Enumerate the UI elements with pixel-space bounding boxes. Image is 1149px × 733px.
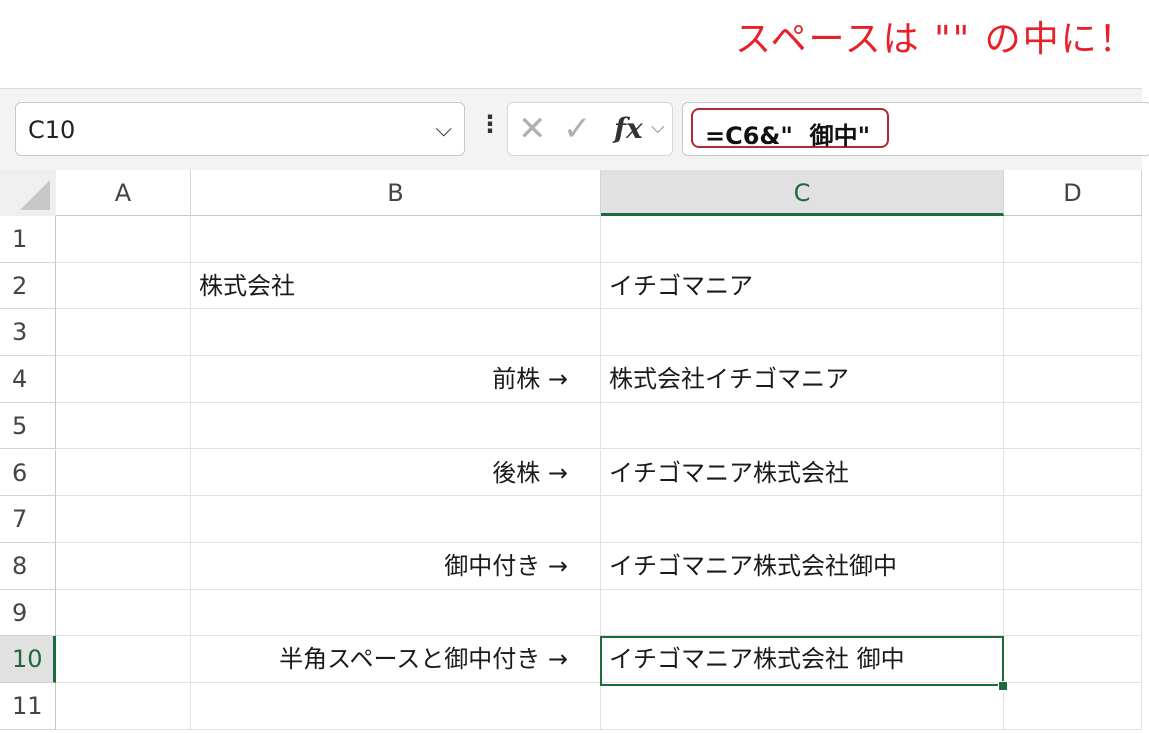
row-header-10[interactable]: 10 [0,636,56,683]
formula-toolbar: C10 ⌵ ⋮ ✕ ✓ fx ⌵ =C6&" 御中" [0,88,1149,171]
cell-b2[interactable]: 株式会社 [191,262,601,310]
column-header-b[interactable]: B [191,170,601,216]
name-box-value: C10 [28,116,76,144]
cell-d5[interactable] [1004,402,1142,450]
name-box[interactable]: C10 ⌵ [15,102,465,156]
cell-d2[interactable] [1004,262,1142,310]
cell-a3[interactable] [56,309,191,357]
annotation-text: スペースは "" の中に！ [735,19,1137,60]
cell-c4[interactable]: 株式会社イチゴマニア [601,356,1004,403]
cell-a1[interactable] [56,216,191,263]
formula-text: =C6&" 御中" [705,122,871,150]
column-header-c[interactable]: C [601,170,1004,216]
cell-b9[interactable] [191,589,601,637]
cell-b5[interactable] [191,402,601,450]
cell-a2[interactable] [56,262,191,310]
cell-c9[interactable] [601,589,1004,637]
row-header-9[interactable]: 9 [0,589,56,637]
column-header-d[interactable]: D [1004,170,1142,216]
cell-b8[interactable]: 御中付き → [191,542,601,590]
cell-d10[interactable] [1004,636,1142,683]
cell-c5[interactable] [601,402,1004,450]
formula-buttons: ✕ ✓ fx ⌵ [507,102,673,156]
more-options-icon[interactable]: ⋮ [478,112,502,136]
cell-b7[interactable] [191,496,601,543]
cell-c3[interactable] [601,309,1004,357]
cell-d8[interactable] [1004,542,1142,590]
cell-a10[interactable] [56,636,191,683]
check-icon[interactable]: ✓ [563,109,592,149]
cell-d9[interactable] [1004,589,1142,637]
fill-handle[interactable] [998,681,1008,691]
spreadsheet-grid: A B C D 1 2 株式会社 イチゴマニア 3 4 前株 → 株式会社イチゴマニア 5 6 後株 → イチ… [0,170,1142,733]
cell-a8[interactable] [56,542,191,590]
chevron-down-icon[interactable]: ⌵ [651,117,665,138]
cell-c2[interactable]: イチゴマニア [601,262,1004,310]
cell-d1[interactable] [1004,216,1142,263]
row-header-3[interactable]: 3 [0,309,56,357]
cell-b10[interactable]: 半角スペースと御中付き → [191,636,601,683]
row-header-11[interactable]: 11 [0,683,56,730]
cell-a4[interactable] [56,356,191,403]
cell-a9[interactable] [56,589,191,637]
cell-c10[interactable]: イチゴマニア株式会社 御中 [601,636,1004,683]
row-header-4[interactable]: 4 [0,356,56,403]
cell-c7[interactable] [601,496,1004,543]
row-header-5[interactable]: 5 [0,402,56,450]
cell-d3[interactable] [1004,309,1142,357]
cell-d7[interactable] [1004,496,1142,543]
row-header-7[interactable]: 7 [0,496,56,543]
cell-d6[interactable] [1004,449,1142,497]
cell-b6[interactable]: 後株 → [191,449,601,497]
cell-c6[interactable]: イチゴマニア株式会社 [601,449,1004,497]
cell-b3[interactable] [191,309,601,357]
cell-b11[interactable] [191,683,601,730]
cancel-icon[interactable]: ✕ [518,109,547,149]
cell-d11[interactable] [1004,683,1142,730]
cell-a6[interactable] [56,449,191,497]
cell-b1[interactable] [191,216,601,263]
cell-c1[interactable] [601,216,1004,263]
select-all-corner[interactable] [0,170,56,216]
cell-a5[interactable] [56,402,191,450]
formula-input[interactable]: =C6&" 御中" [682,102,1149,156]
cell-c11[interactable] [601,683,1004,730]
row-header-2[interactable]: 2 [0,262,56,310]
chevron-down-icon[interactable]: ⌵ [435,117,452,142]
row-header-6[interactable]: 6 [0,449,56,497]
row-header-8[interactable]: 8 [0,542,56,590]
insert-function-icon[interactable]: fx [614,112,643,145]
cell-d4[interactable] [1004,356,1142,403]
column-header-a[interactable]: A [56,170,191,216]
cell-b4[interactable]: 前株 → [191,356,601,403]
cell-a11[interactable] [56,683,191,730]
cell-a7[interactable] [56,496,191,543]
cell-c8[interactable]: イチゴマニア株式会社御中 [601,542,1004,590]
row-header-1[interactable]: 1 [0,216,56,263]
